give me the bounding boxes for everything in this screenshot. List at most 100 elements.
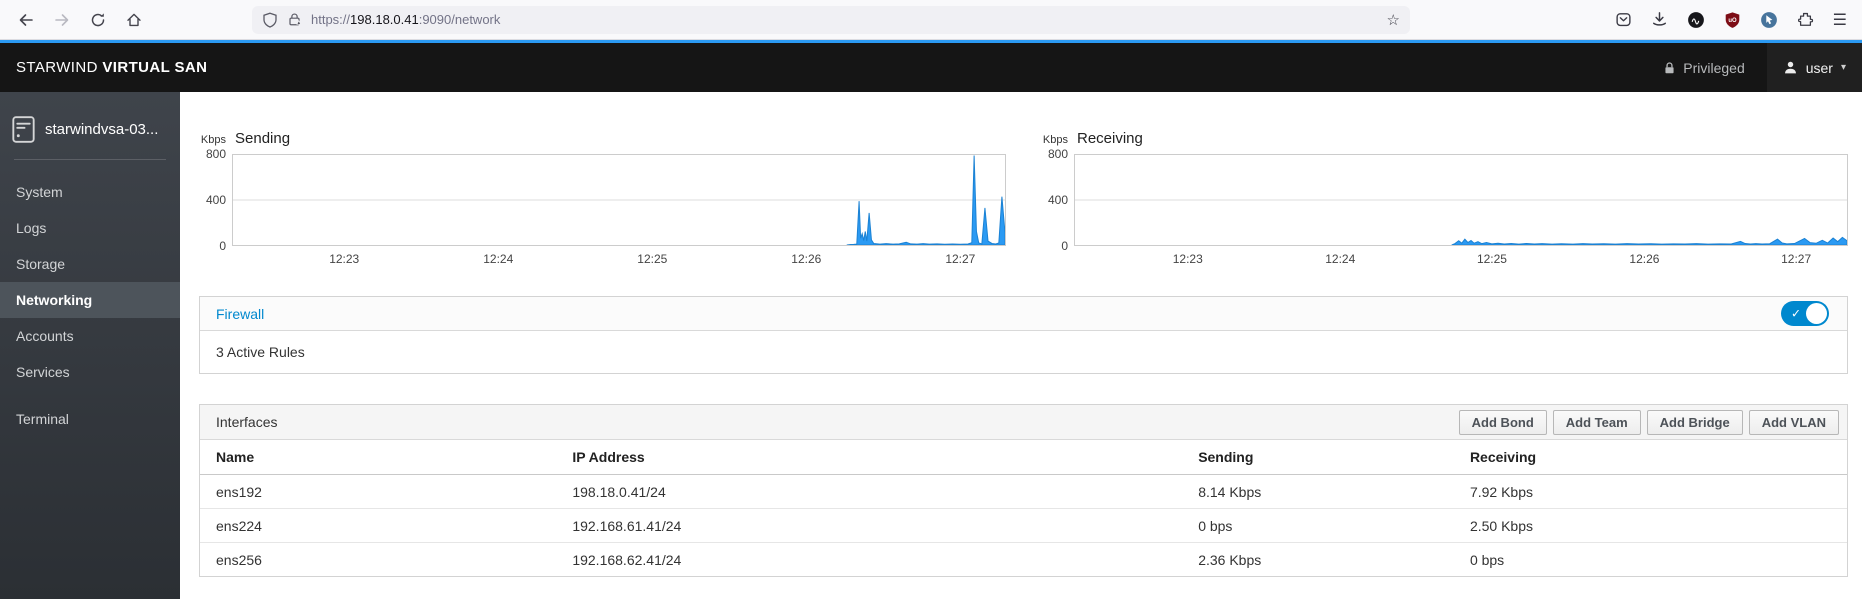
sidebar-item-networking[interactable]: Networking xyxy=(0,282,180,318)
cell: ens192 xyxy=(200,474,563,509)
y-axis-labels: 800 400 0 xyxy=(1022,147,1068,253)
column-header-receiving: Receiving xyxy=(1459,440,1847,475)
x-tick-label: 12:24 xyxy=(483,252,514,266)
extension-cursor-icon[interactable] xyxy=(1760,11,1778,29)
y-tick-label: 0 xyxy=(1061,239,1068,253)
chart-plot-area xyxy=(1074,154,1848,246)
brand-bold: VIRTUAL SAN xyxy=(102,59,208,76)
cell: 2.50 Kbps xyxy=(1459,508,1847,543)
brand-normal: STARWIND xyxy=(16,59,98,76)
host-server-icon xyxy=(12,116,35,143)
sidebar-item-accounts[interactable]: Accounts xyxy=(0,318,180,354)
receiving-chart: Kbps Receiving 800 400 0 12:23 12:24 12:25 12… xyxy=(1022,130,1848,268)
column-header-name: Name xyxy=(200,440,563,475)
sidebar-item-services[interactable]: Services xyxy=(0,354,180,390)
sidebar-item-terminal[interactable]: Terminal xyxy=(0,401,180,437)
firewall-link[interactable]: Firewall xyxy=(216,306,264,322)
x-axis-labels: 12:23 12:24 12:25 12:26 12:27 xyxy=(1074,246,1848,268)
reload-button[interactable] xyxy=(84,6,112,34)
menu-hamburger-icon[interactable]: ☰ xyxy=(1833,10,1848,30)
sidebar-nav: System Logs Storage Networking Accounts Servi… xyxy=(0,174,180,437)
x-tick-label: 12:27 xyxy=(945,252,976,266)
chevron-down-icon: ▾ xyxy=(1840,62,1846,73)
downloads-icon[interactable] xyxy=(1651,11,1668,28)
x-tick-label: 12:27 xyxy=(1781,252,1812,266)
privileged-indicator[interactable]: Privileged xyxy=(1641,43,1766,92)
home-button[interactable] xyxy=(120,6,148,34)
privileged-label: Privileged xyxy=(1683,59,1745,76)
x-axis-labels: 12:23 12:24 12:25 12:26 12:27 xyxy=(232,246,1006,268)
cell: 2.36 Kbps xyxy=(1198,551,1262,568)
extensions-puzzle-icon[interactable] xyxy=(1797,11,1814,28)
column-header-ip-address: IP Address xyxy=(562,440,1189,475)
cell: 0 bps xyxy=(1469,551,1505,568)
check-icon: ✓ xyxy=(1791,306,1802,321)
add-team-button[interactable]: Add Team xyxy=(1552,409,1641,435)
interface-actions: Add Bond Add Team Add Bridge Add VLAN xyxy=(1458,409,1839,435)
toggle-knob xyxy=(1806,303,1827,324)
firewall-toggle[interactable]: ✓ xyxy=(1781,301,1829,326)
firewall-header: Firewall ✓ xyxy=(200,297,1847,331)
interfaces-title: Interfaces xyxy=(216,414,278,430)
x-tick-label: 12:25 xyxy=(637,252,668,266)
lock-warning-icon[interactable] xyxy=(287,12,302,27)
interface-row-ens192[interactable]: ens192 198.18.0.41/24 8.14 Kbps 7.92 Kbps xyxy=(200,474,1847,509)
x-tick-label: 12:23 xyxy=(329,252,360,266)
cell: 0 bps xyxy=(1188,508,1460,543)
reload-icon xyxy=(91,12,105,26)
x-tick-label: 12:26 xyxy=(1629,252,1660,266)
interfaces-table: Name IP Address Sending Receiving ens192 198… xyxy=(200,440,1847,576)
user-menu[interactable]: user ▾ xyxy=(1766,43,1862,92)
url-path: :9090/network xyxy=(418,12,501,27)
firewall-card: Firewall ✓ 3 Active Rules xyxy=(199,296,1848,374)
sending-chart: Kbps Sending 800 400 0 12:23 12:24 12:25 12:2… xyxy=(180,130,1006,268)
sidebar-item-system[interactable]: System xyxy=(0,174,180,210)
cell: ens224 xyxy=(200,508,563,543)
sidebar: starwindvsa-03... System Logs Storage Netwo… xyxy=(0,92,180,599)
add-bond-button[interactable]: Add Bond xyxy=(1458,409,1547,435)
url-host: 198.18.0.41 xyxy=(350,12,419,27)
y-tick-label: 400 xyxy=(1047,193,1068,207)
sidebar-item-logs[interactable]: Logs xyxy=(0,210,180,246)
cell: 8.14 Kbps xyxy=(1188,474,1460,509)
sidebar-item-storage[interactable]: Storage xyxy=(0,246,180,282)
back-button[interactable] xyxy=(12,6,40,34)
ublock-shield-icon[interactable]: uO xyxy=(1724,11,1741,29)
shield-icon[interactable] xyxy=(262,12,278,28)
url-scheme: https:// xyxy=(311,12,351,27)
home-icon xyxy=(127,13,141,26)
y-tick-label: 0 xyxy=(219,239,226,253)
masthead: STARWIND VIRTUAL SAN Privileged user ▾ xyxy=(0,43,1862,92)
table-header-row: Name IP Address Sending Receiving xyxy=(200,440,1847,475)
interface-row-ens224[interactable]: ens224 192.168.61.41/24 0 bps 2.50 Kbps xyxy=(200,508,1847,543)
x-tick-label: 12:25 xyxy=(1476,252,1507,266)
user-label: user xyxy=(1805,59,1833,76)
extension-dark-icon[interactable] xyxy=(1687,11,1705,29)
browser-toolbar: https://198.18.0.41:9090/network ☆ uO ☰ xyxy=(0,0,1862,40)
y-tick-label: 800 xyxy=(1047,147,1068,161)
forward-button[interactable] xyxy=(48,6,76,34)
browser-extensions-area: uO ☰ xyxy=(1615,10,1848,30)
cell: 7.92 Kbps xyxy=(1459,474,1847,509)
interfaces-header: Interfaces Add Bond Add Team Add Bridge Add… xyxy=(200,405,1847,440)
pocket-icon[interactable] xyxy=(1615,11,1632,28)
column-header-sending: Sending xyxy=(1188,440,1460,475)
interface-row-ens256[interactable]: ens256 192.168.62.41/24 2.36 Kbps 0 bps xyxy=(200,543,1847,577)
receiving-series-area xyxy=(1452,237,1847,245)
user-icon xyxy=(1784,61,1796,74)
y-tick-label: 800 xyxy=(205,147,226,161)
svg-text:uO: uO xyxy=(1728,17,1737,23)
url-bar[interactable]: https://198.18.0.41:9090/network ☆ xyxy=(252,5,1410,34)
add-bridge-button[interactable]: Add Bridge xyxy=(1646,409,1743,435)
hostname: starwindvsa-03... xyxy=(45,121,159,138)
bookmark-star-icon[interactable]: ☆ xyxy=(1387,11,1400,29)
add-vlan-button[interactable]: Add VLAN xyxy=(1748,409,1839,435)
chart-unit-label: Kbps xyxy=(200,134,226,146)
host-selector[interactable]: starwindvsa-03... xyxy=(0,104,180,153)
cell: ens256 xyxy=(216,551,262,568)
sidebar-divider xyxy=(14,159,166,160)
cell: 192.168.62.41/24 xyxy=(572,551,682,568)
arrow-left-icon xyxy=(19,13,33,26)
y-tick-label: 400 xyxy=(205,193,226,207)
x-tick-label: 12:26 xyxy=(791,252,822,266)
